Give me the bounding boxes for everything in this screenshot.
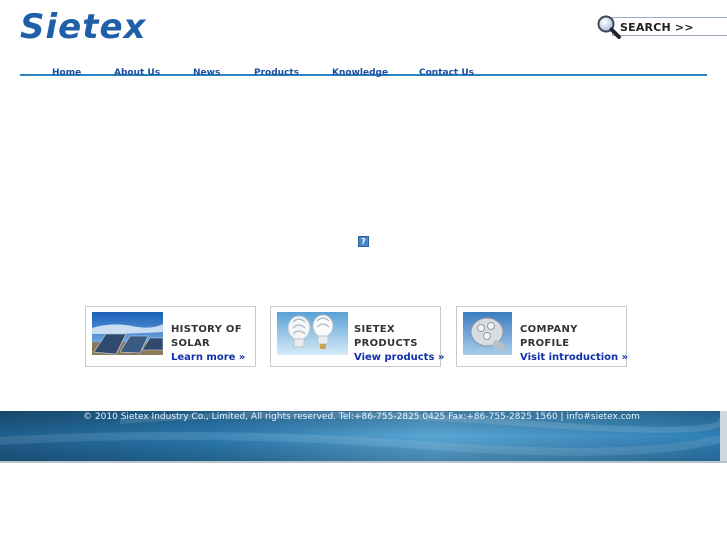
card-history-of-solar: HISTORY OF SOLAR Learn more » xyxy=(85,306,256,367)
visit-introduction-link[interactable]: Visit introduction » xyxy=(520,352,628,363)
view-products-link[interactable]: View products » xyxy=(354,352,444,363)
nav-about-us[interactable]: About Us xyxy=(114,68,160,78)
card-title-line1: SIETEX xyxy=(354,324,395,335)
logo-text: Sietex xyxy=(20,8,147,47)
magnifier-icon[interactable] xyxy=(596,14,622,40)
search-area: SEARCH >> xyxy=(596,14,727,40)
nav-products[interactable]: Products xyxy=(254,68,299,78)
card-title-line1: HISTORY OF xyxy=(171,324,242,335)
nav-home[interactable]: Home xyxy=(52,68,81,78)
card-title-line2: SOLAR xyxy=(171,338,211,349)
solar-panels-image xyxy=(92,312,163,355)
nav-news[interactable]: News xyxy=(193,68,220,78)
learn-more-link[interactable]: Learn more » xyxy=(171,352,245,363)
logo[interactable]: Sietex xyxy=(20,7,180,48)
footer-copyright: © 2010 Sietex Industry Co., Limited, All… xyxy=(0,412,727,422)
card-sietex-products: SIETEX PRODUCTS View products » xyxy=(270,306,444,367)
cfl-bulbs-image xyxy=(277,312,348,355)
card-company-profile: COMPANY PROFILE Visit introduction » xyxy=(456,306,628,367)
card-title-line2: PROFILE xyxy=(520,338,570,349)
nav-contact-us[interactable]: Contact Us xyxy=(419,68,474,78)
search-label[interactable]: SEARCH >> xyxy=(620,21,694,34)
card-title-line1: COMPANY xyxy=(520,324,578,335)
main-nav: Home About Us News Products Knowledge Co… xyxy=(20,68,707,82)
nav-knowledge[interactable]: Knowledge xyxy=(332,68,388,78)
led-spotlight-image xyxy=(463,312,512,355)
footer-copyright-text: © 2010 Sietex Industry Co., Limited, All… xyxy=(83,412,640,422)
missing-plugin-icon[interactable]: ? xyxy=(358,236,369,247)
card-title-line2: PRODUCTS xyxy=(354,338,418,349)
